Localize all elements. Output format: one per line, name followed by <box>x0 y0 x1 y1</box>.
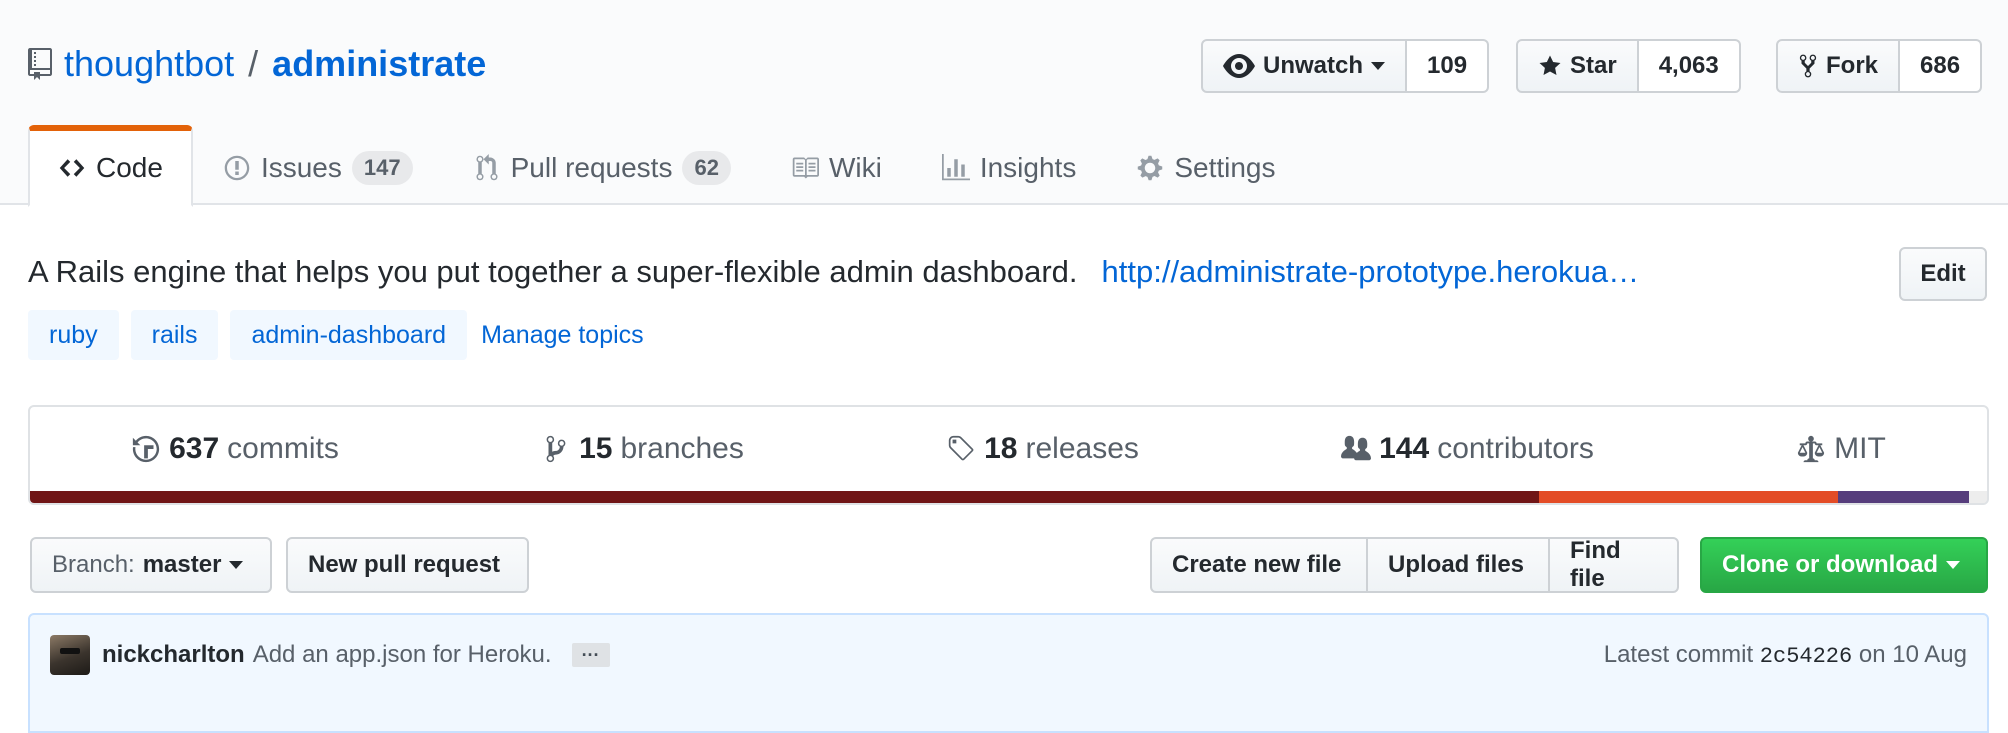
latest-commit-prefix: Latest commit <box>1603 641 1754 668</box>
tab-label: Settings <box>1174 152 1276 183</box>
clone-label: Clone or download <box>1722 551 1938 578</box>
star-label: Star <box>1570 52 1617 79</box>
people-icon <box>1341 435 1372 461</box>
topic-tag-rails[interactable]: rails <box>130 310 219 360</box>
latest-commit-info: Latest commit 2c54226 on 10 Aug <box>1604 641 1967 669</box>
pull-request-icon <box>476 154 498 181</box>
branch-prefix: Branch: <box>52 551 135 578</box>
commit-author-link[interactable]: nickcharlton <box>102 641 245 669</box>
find-file-button[interactable]: Find file <box>1548 537 1679 593</box>
language-bar[interactable] <box>30 491 1987 503</box>
star-action: Star 4,063 <box>1516 39 1741 93</box>
tab-pull-requests[interactable]: Pull requests 62 <box>443 125 761 207</box>
avatar[interactable] <box>50 635 90 675</box>
branch-select-button[interactable]: Branch: master <box>30 537 272 593</box>
repo-name-link[interactable]: administrate <box>272 43 486 85</box>
law-icon <box>1798 435 1825 463</box>
gear-icon <box>1138 155 1163 181</box>
tag-icon <box>948 435 974 461</box>
clone-or-download-button[interactable]: Clone or download <box>1700 537 1988 593</box>
branches-label: branches <box>620 432 744 465</box>
issues-counter: 147 <box>351 151 413 185</box>
language-bar-segment[interactable] <box>1838 491 1970 503</box>
latest-commit-bar: nickcharlton Add an app.json for Heroku.… <box>28 613 1989 733</box>
language-bar-segment[interactable] <box>30 491 1539 503</box>
topic-tag-admin-dashboard[interactable]: admin-dashboard <box>230 310 468 360</box>
branches-count: 15 <box>579 432 613 465</box>
commits-count: 637 <box>169 432 220 465</box>
commits-summary[interactable]: 637 commits <box>131 432 339 466</box>
unwatch-button[interactable]: Unwatch <box>1201 39 1408 93</box>
unwatch-label: Unwatch <box>1263 52 1364 79</box>
releases-summary[interactable]: 18 releases <box>946 432 1139 466</box>
description-text: A Rails engine that helps you put togeth… <box>28 254 1078 289</box>
tab-insights[interactable]: Insights <box>912 125 1107 207</box>
commit-sha-link[interactable]: 2c54226 <box>1760 644 1852 669</box>
topic-tag-ruby[interactable]: ruby <box>28 310 119 360</box>
expand-commit-button[interactable]: ··· <box>571 643 610 667</box>
branches-summary[interactable]: 15 branches <box>541 432 744 466</box>
forks-count[interactable]: 686 <box>1900 39 1983 93</box>
repo-owner-link[interactable]: thoughtbot <box>64 43 234 85</box>
tab-settings[interactable]: Settings <box>1106 125 1305 207</box>
chevron-down-icon <box>1371 62 1386 70</box>
branch-icon <box>546 435 566 463</box>
fork-label: Fork <box>1826 52 1879 79</box>
tab-label: Insights <box>979 152 1077 183</box>
file-navigation: Branch: master New pull request Create n… <box>28 537 1989 593</box>
star-icon <box>1539 55 1561 75</box>
commits-label: commits <box>227 432 339 465</box>
repo-description: A Rails engine that helps you put togeth… <box>28 250 1639 294</box>
contributors-count: 144 <box>1379 432 1430 465</box>
language-bar-segment[interactable] <box>1969 491 1987 503</box>
history-icon <box>132 435 160 463</box>
repo-header: thoughtbot / administrate Unwatch 109 St… <box>0 0 2008 207</box>
manage-topics-link[interactable]: Manage topics <box>481 321 644 350</box>
star-button[interactable]: Star <box>1516 39 1639 93</box>
license-summary[interactable]: MIT <box>1796 432 1886 466</box>
watch-action: Unwatch 109 <box>1201 39 1490 93</box>
new-pull-request-button[interactable]: New pull request <box>286 537 529 593</box>
tab-label: Wiki <box>828 152 882 183</box>
tab-wiki[interactable]: Wiki <box>761 125 912 207</box>
commit-date: on 10 Aug <box>1858 641 1967 668</box>
eye-icon <box>1223 54 1255 78</box>
create-new-file-button[interactable]: Create new file <box>1150 537 1368 593</box>
branch-name: master <box>142 551 222 578</box>
chevron-down-icon <box>1946 561 1960 569</box>
tab-label: Pull requests <box>510 152 673 183</box>
repo-icon <box>28 48 52 80</box>
repo-path-separator: / <box>248 43 259 84</box>
commit-message-link[interactable]: Add an app.json for Heroku. <box>253 641 552 669</box>
upload-files-button[interactable]: Upload files <box>1366 537 1550 593</box>
stargazers-count[interactable]: 4,063 <box>1638 39 1741 93</box>
releases-count: 18 <box>984 432 1018 465</box>
pull-requests-counter: 62 <box>682 151 731 185</box>
tab-code[interactable]: Code <box>28 125 193 207</box>
tab-issues[interactable]: Issues 147 <box>193 125 443 207</box>
repo-summary: 637 commits 15 branches 18 releases 144 … <box>28 405 1989 505</box>
topics-list: ruby rails admin-dashboard Manage topics <box>28 310 644 360</box>
fork-button[interactable]: Fork <box>1776 39 1901 93</box>
repo-nav: Code Issues 147 Pull requests 62 Wiki In… <box>28 125 1306 207</box>
book-icon <box>792 157 819 179</box>
tab-label: Code <box>96 152 163 183</box>
fork-action: Fork 686 <box>1776 39 1983 93</box>
issue-icon <box>224 155 250 181</box>
graph-icon <box>941 154 970 181</box>
releases-label: releases <box>1025 432 1139 465</box>
language-bar-segment[interactable] <box>1538 491 1839 503</box>
tab-label: Issues <box>260 152 342 183</box>
code-icon <box>59 159 85 177</box>
edit-description-button[interactable]: Edit <box>1899 247 1987 301</box>
homepage-link[interactable]: http://administrate-prototype.herokua… <box>1102 254 1640 290</box>
repo-title: thoughtbot / administrate <box>28 38 486 90</box>
repo-forked-icon <box>1799 54 1817 78</box>
chevron-down-icon <box>229 561 244 569</box>
contributors-summary[interactable]: 144 contributors <box>1341 432 1594 466</box>
license-label: MIT <box>1834 432 1886 465</box>
contributors-label: contributors <box>1437 432 1594 465</box>
watchers-count[interactable]: 109 <box>1407 39 1490 93</box>
